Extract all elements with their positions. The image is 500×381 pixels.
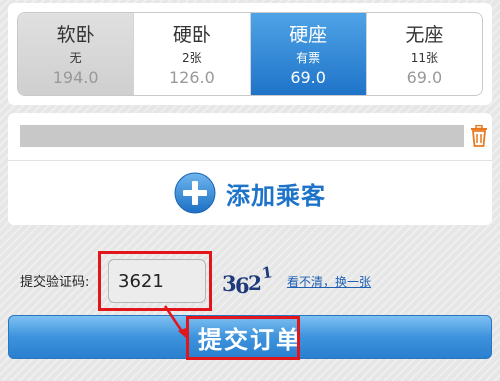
seat-type-selector: 软卧 无 194.0 硬卧 2张 126.0 硬座 有票 69.0 无座 11张… <box>17 12 483 96</box>
seat-option-soft-sleeper[interactable]: 软卧 无 194.0 <box>18 13 135 95</box>
seat-name: 硬卧 <box>172 24 211 46</box>
seat-name: 无座 <box>405 24 444 46</box>
seat-availability: 2张 <box>182 51 202 65</box>
passenger-panel: 添加乘客 <box>8 113 492 225</box>
seat-price: 194.0 <box>52 68 99 87</box>
trash-icon[interactable] <box>470 124 488 147</box>
add-passenger-button[interactable]: 添加乘客 <box>8 161 492 225</box>
seat-price: 126.0 <box>168 68 215 87</box>
seat-option-hard-sleeper[interactable]: 硬卧 2张 126.0 <box>134 13 251 95</box>
svg-text:1: 1 <box>261 263 274 282</box>
captcha-label: 提交验证码: <box>20 275 90 290</box>
add-passenger-label: 添加乘客 <box>226 181 326 210</box>
captcha-input[interactable] <box>108 259 206 303</box>
seat-availability: 11张 <box>410 51 439 65</box>
refresh-captcha-link[interactable]: 看不清，换一张 <box>287 273 371 290</box>
seat-availability: 无 <box>69 51 82 65</box>
seat-price: 69.0 <box>406 68 443 87</box>
captcha-image[interactable]: 3 6 2 1 <box>220 262 276 300</box>
seat-name: 硬座 <box>289 24 328 46</box>
seat-option-no-seat[interactable]: 无座 11张 69.0 <box>366 13 482 95</box>
passenger-info-redacted <box>20 125 464 147</box>
svg-text:2: 2 <box>248 271 262 295</box>
seat-option-hard-seat[interactable]: 硬座 有票 69.0 <box>250 13 367 95</box>
submit-order-button[interactable]: 提交订单 <box>8 315 492 359</box>
submit-order-label: 提交订单 <box>198 325 302 354</box>
plus-circle-icon <box>174 172 216 214</box>
seat-price: 69.0 <box>290 68 326 87</box>
seat-name: 软卧 <box>56 24 95 46</box>
seat-type-panel: 软卧 无 194.0 硬卧 2张 126.0 硬座 有票 69.0 无座 11张… <box>8 3 492 105</box>
seat-availability: 有票 <box>296 51 321 65</box>
